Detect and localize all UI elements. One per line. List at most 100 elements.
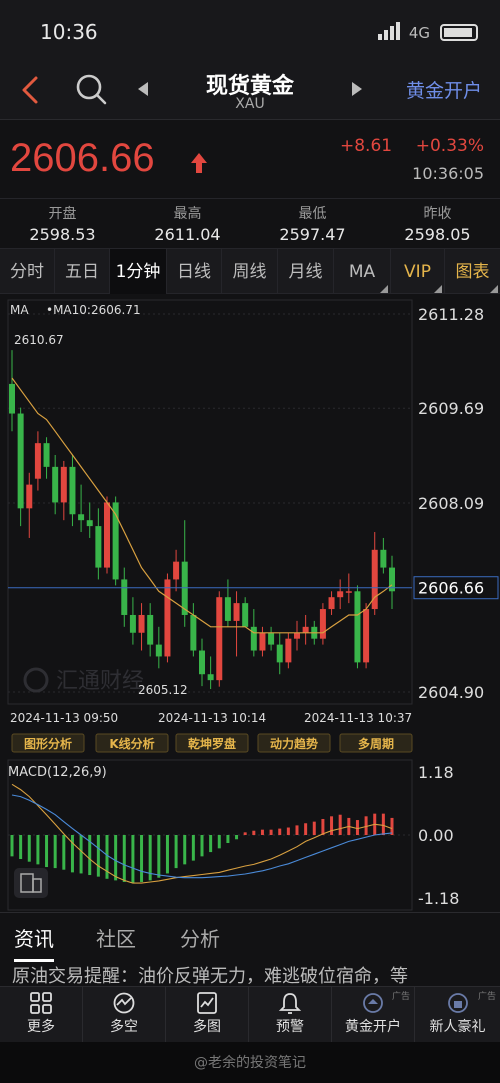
dropdown-corner-icon (380, 285, 388, 293)
candle-body (173, 561, 180, 580)
candle-body (155, 644, 162, 657)
toolbar-label: 黄金开户 (345, 1019, 401, 1035)
candle-body (104, 502, 110, 568)
candle-body (242, 603, 249, 627)
candle-body (294, 632, 300, 639)
news-headline[interactable]: 原油交易提醒：油价反弹无力，难逃破位宿命，等 (0, 962, 500, 988)
stat-label: 开盘 (48, 206, 77, 222)
candle-body (17, 413, 24, 509)
macd-panel[interactable]: MACD(12,26,9) 1.18 0.00 -1.18 (7, 759, 459, 911)
new-user-gift-button[interactable]: 广告 新人豪礼 (415, 987, 500, 1043)
tab-monthly[interactable]: 月线 (278, 249, 334, 295)
toolbar-label: 预警 (276, 1019, 304, 1035)
tab-1min[interactable]: 1分钟 (110, 249, 167, 295)
quote-panel: 2606.66 +8.61 +0.33% 10:36:05 (0, 120, 500, 198)
tab-daily[interactable]: 日线 (167, 249, 222, 295)
nav-bar: 现货黄金 XAU 黄金开户 (0, 62, 500, 120)
candle-body (285, 638, 292, 663)
candle-body (86, 520, 93, 527)
tab-community[interactable]: 社区 (96, 923, 136, 952)
candle-body (276, 644, 283, 663)
candle-body (380, 549, 387, 568)
quote-time: 10:36:05 (412, 164, 484, 183)
current-price-label: 2606.66 (418, 579, 484, 598)
macd-tick-bottom: -1.18 (418, 889, 459, 908)
candle-body (52, 466, 59, 503)
ma-indicator-label: MA (10, 303, 29, 317)
analysis-tags[interactable]: 图形分析 K线分析 乾坤罗盘 动力趋势 多周期 (11, 733, 413, 753)
chart-area[interactable]: MA •MA10:2606.71 汇通财经 2610.67 2605.12 26… (0, 294, 500, 912)
stat-low: 最低 2597.47 (250, 203, 375, 244)
multi-chart-button[interactable]: 多图 (166, 987, 249, 1043)
macd-dif-line (11, 783, 393, 884)
y-tick-label: 2608.09 (418, 494, 484, 513)
tab-analysis[interactable]: 分析 (180, 923, 220, 952)
battery-icon (440, 24, 478, 41)
toolbar-label: 多图 (193, 1019, 221, 1035)
candle-body (268, 632, 275, 645)
macd-histogram (10, 813, 394, 884)
analysis-tag-label: 动力趋势 (270, 736, 318, 751)
stat-label: 昨收 (423, 206, 452, 222)
candle-body (9, 383, 15, 414)
bottom-strip: @老余的投资笔记 (0, 1042, 500, 1083)
toolbar-label: 新人豪礼 (429, 1019, 486, 1035)
candle-body (60, 466, 67, 503)
up-arrow-icon (191, 153, 207, 173)
ma10-value-label: •MA10:2606.71 (46, 303, 141, 317)
low-marker-label: 2605.12 (138, 683, 188, 697)
candle-body (233, 603, 240, 621)
candle-body (363, 609, 370, 663)
dropdown-corner-icon (434, 285, 442, 293)
stat-label: 最高 (173, 206, 202, 222)
long-short-button[interactable]: 多空 (83, 987, 166, 1043)
watermark-text: 汇通财经 (56, 669, 144, 694)
candle-body (78, 514, 85, 521)
toolbar-label: 多空 (110, 1019, 138, 1035)
more-button[interactable]: 更多 (0, 987, 83, 1043)
analysis-tag-label: 乾坤罗盘 (188, 736, 236, 751)
analysis-tag-label: 图形分析 (24, 736, 72, 751)
bell-icon (278, 993, 302, 1014)
stat-value: 2611.04 (154, 225, 221, 244)
candle-body (43, 443, 50, 467)
macd-label: MACD(12,26,9) (8, 765, 107, 780)
status-bar: 10:36 4G (0, 0, 500, 62)
alert-button[interactable]: 预警 (249, 987, 332, 1043)
tab-timeshare[interactable]: 分时 (0, 249, 55, 295)
candle-body (164, 579, 171, 657)
x-label-start: 2024-11-13 09:50 (10, 711, 118, 725)
bottom-toolbar: 更多 多空 多图 预警 广告 黄金开户 广告 新人豪礼 (0, 986, 500, 1043)
ad-badge: 广告 (391, 992, 410, 1002)
kline-panel[interactable]: MA •MA10:2606.71 汇通财经 2610.67 2605.12 26… (7, 299, 499, 725)
candle-body (34, 443, 41, 479)
open-account-button[interactable]: 黄金开户 (406, 76, 482, 103)
x-label-mid: 2024-11-13 10:14 (158, 711, 266, 725)
high-marker-label: 2610.67 (14, 333, 64, 347)
candle-body (69, 466, 76, 515)
candle-body (190, 614, 197, 651)
tab-weekly[interactable]: 周线 (222, 249, 278, 295)
dropdown-corner-icon (490, 285, 498, 293)
tab-five-day[interactable]: 五日 (55, 249, 110, 295)
ma10-line (11, 377, 393, 634)
multi-chart-icon (197, 992, 217, 1014)
gauge-icon (113, 992, 135, 1014)
macd-tick-top: 1.18 (418, 763, 454, 782)
period-tabs: 分时 五日 1分钟 日线 周线 月线 MA VIP 图表 (0, 248, 500, 295)
gold-icon (363, 993, 383, 1013)
stat-value: 2598.53 (29, 225, 96, 244)
candles (9, 350, 395, 690)
stat-value: 2597.47 (279, 225, 346, 244)
signal-icon (378, 22, 402, 40)
fullscreen-icon[interactable] (14, 868, 48, 898)
weibo-watermark: @老余的投资笔记 (194, 1055, 306, 1071)
analysis-tag-label: K线分析 (109, 736, 154, 751)
gold-account-button[interactable]: 广告 黄金开户 (332, 987, 415, 1043)
tab-news[interactable]: 资讯 (14, 923, 54, 962)
price-change-pct: +0.33% (415, 136, 484, 156)
ad-badge: 广告 (477, 992, 496, 1002)
candle-body (26, 484, 33, 509)
next-symbol-icon[interactable] (348, 80, 364, 98)
candle-body (147, 614, 154, 645)
